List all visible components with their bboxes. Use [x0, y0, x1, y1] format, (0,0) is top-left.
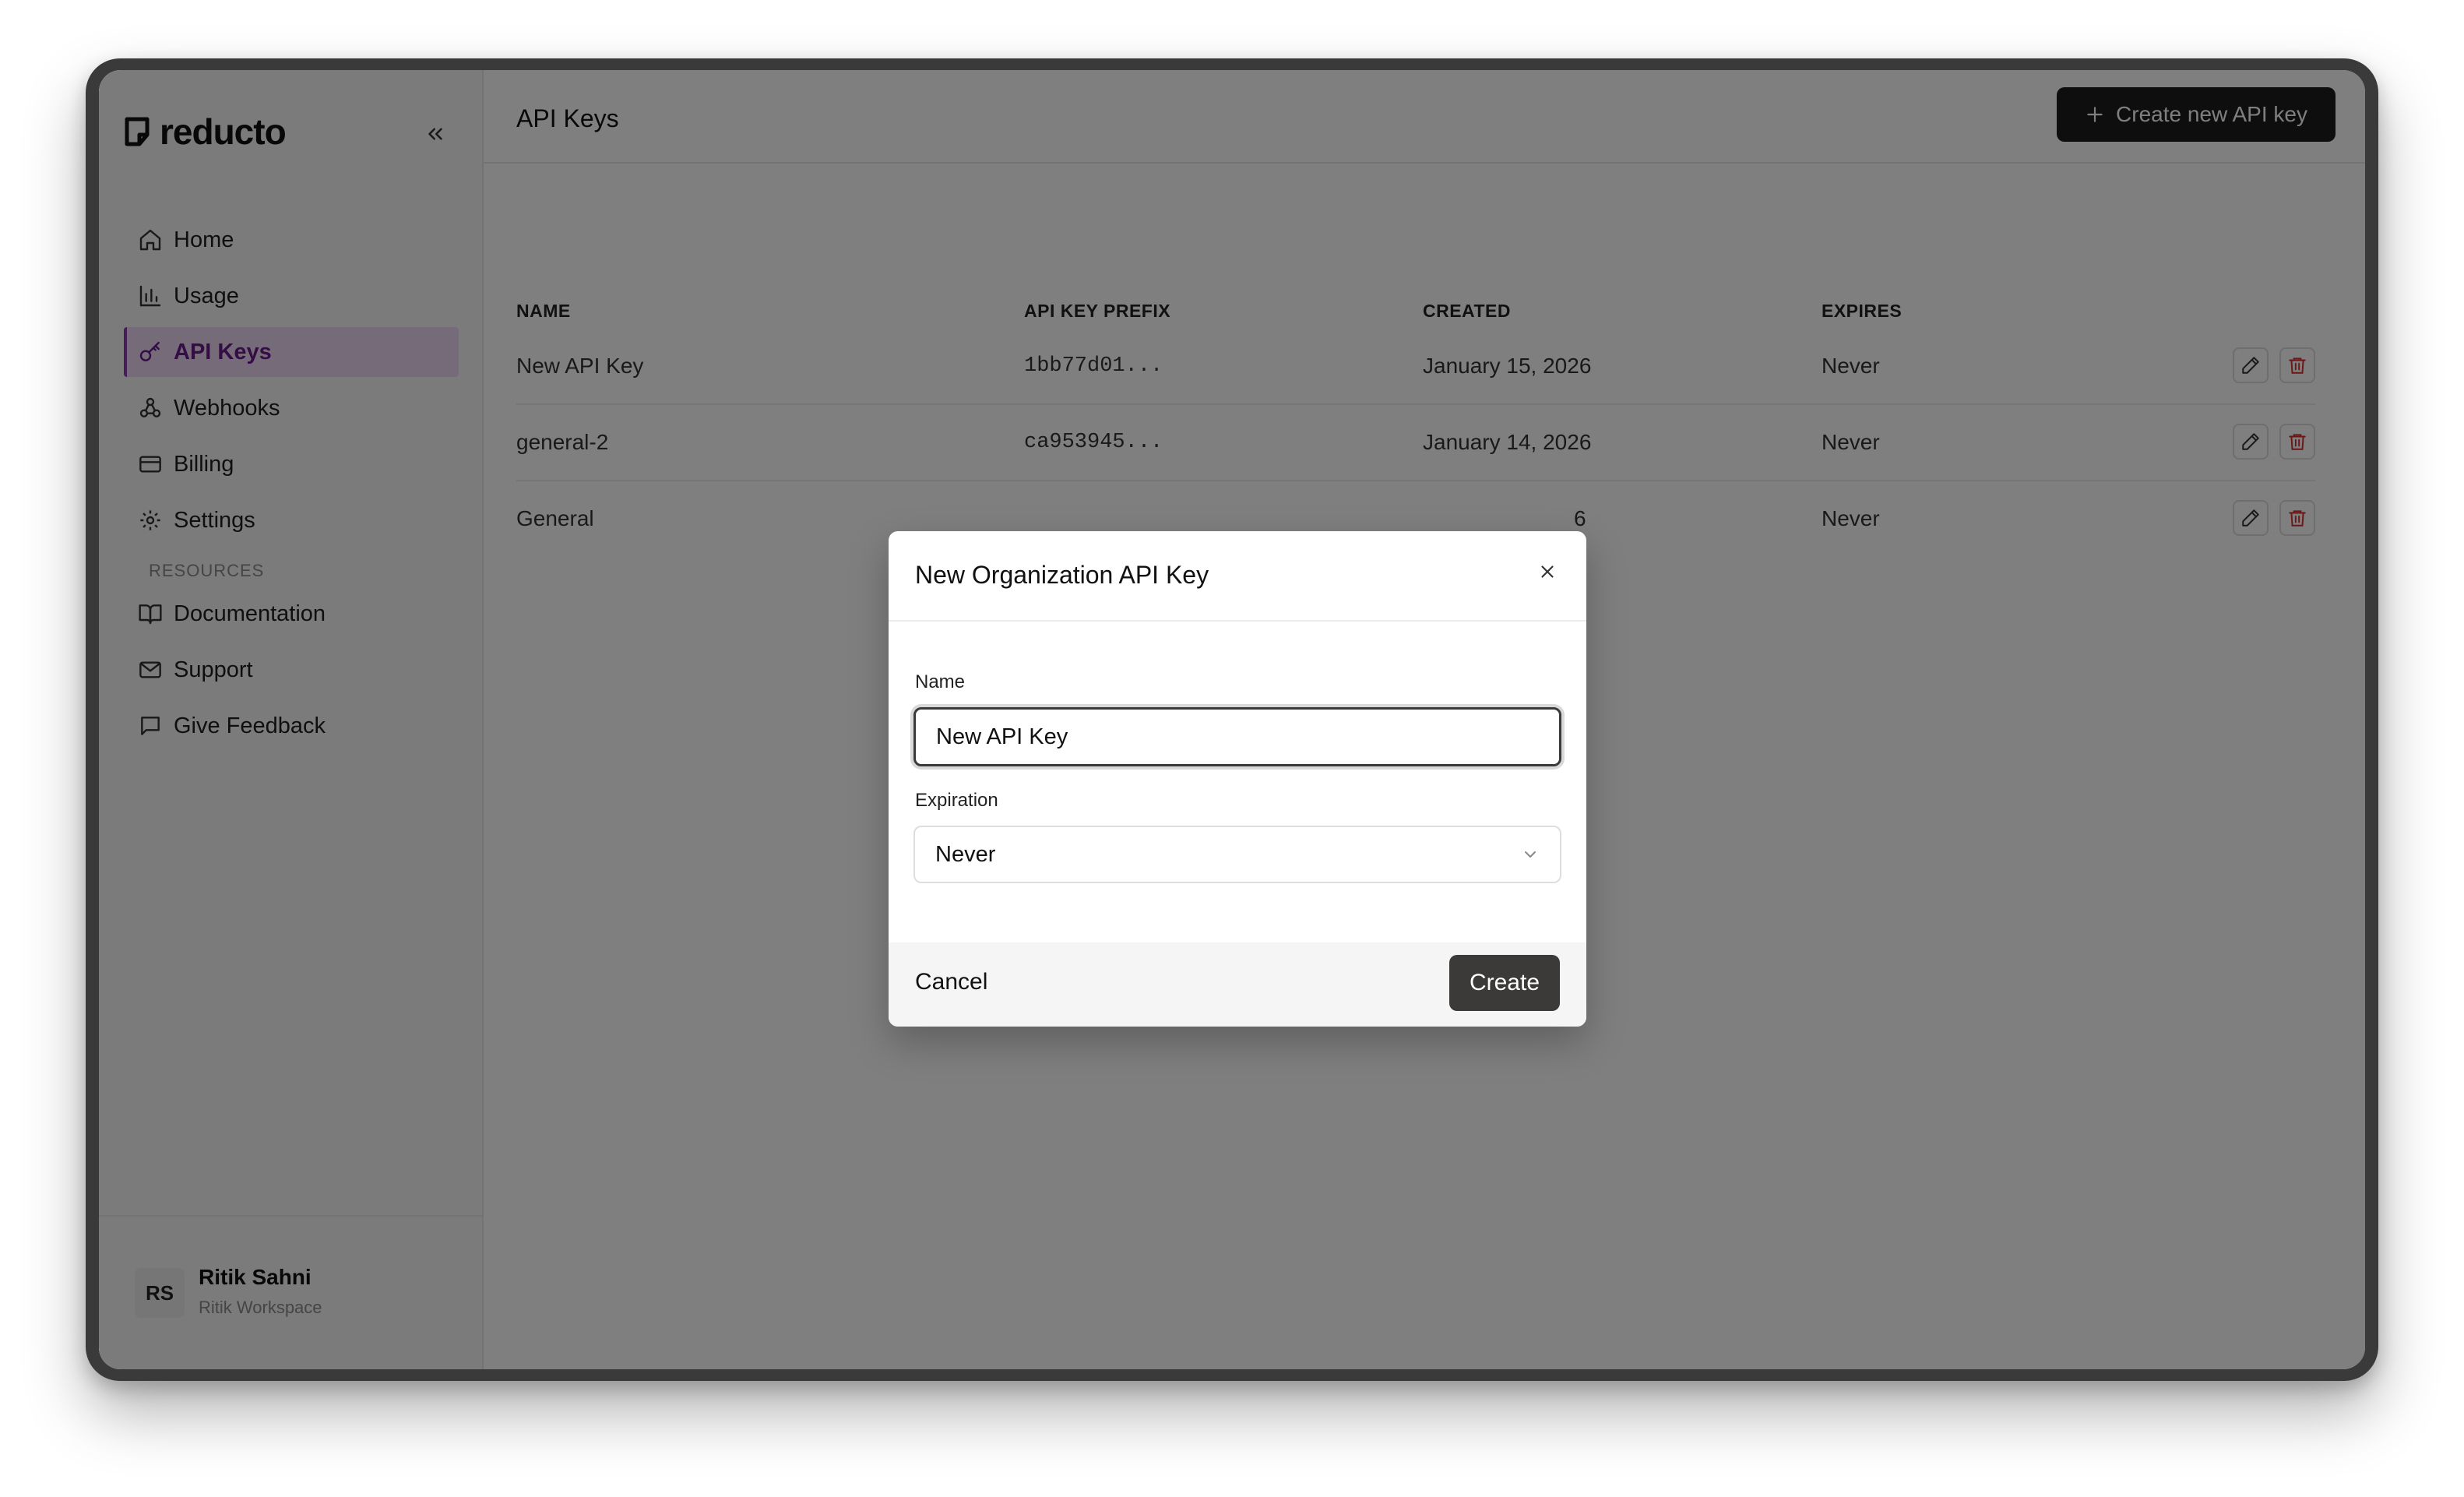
close-icon	[1541, 565, 1554, 578]
device-frame: reducto Home Usage API Keys	[86, 58, 2378, 1381]
dialog-header: New Organization API Key	[889, 531, 1586, 622]
dialog-title: New Organization API Key	[915, 561, 1209, 589]
expiration-select[interactable]: Never	[913, 826, 1561, 883]
dialog-footer: Cancel Create	[889, 942, 1586, 1027]
cancel-button[interactable]: Cancel	[915, 969, 987, 995]
name-input[interactable]	[913, 707, 1561, 766]
name-field-label: Name	[915, 671, 966, 692]
app-window: reducto Home Usage API Keys	[99, 70, 2365, 1369]
chevron-down-icon	[1525, 851, 1536, 858]
close-button[interactable]	[1532, 556, 1563, 587]
create-button[interactable]: Create	[1449, 955, 1560, 1011]
expiration-selected-value: Never	[935, 841, 996, 867]
expiration-field-label: Expiration	[915, 790, 998, 811]
new-api-key-dialog: New Organization API Key Name Expiration…	[889, 531, 1586, 1027]
